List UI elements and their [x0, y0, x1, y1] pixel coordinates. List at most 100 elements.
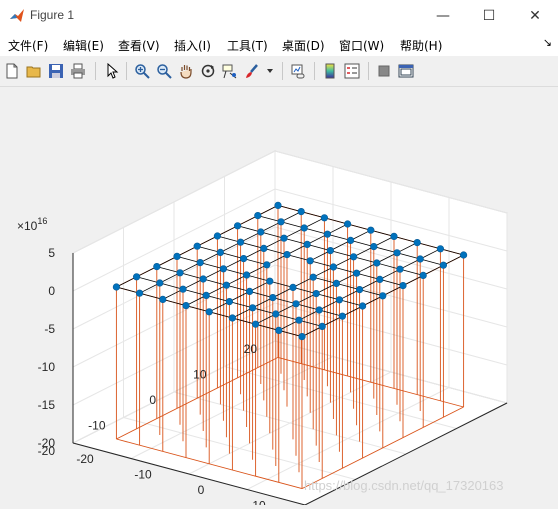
- menu-desktop[interactable]: 桌面(D): [282, 37, 325, 54]
- menu-window[interactable]: 窗口(W): [339, 37, 384, 54]
- data-marker: [266, 277, 274, 285]
- close-button[interactable]: ✕: [512, 0, 558, 32]
- toolbar-separator: [126, 62, 127, 80]
- axes-layer: [71, 150, 509, 506]
- data-marker: [460, 251, 468, 259]
- data-marker: [413, 239, 421, 247]
- data-marker: [323, 230, 332, 238]
- z-tick-label: -15: [38, 398, 56, 412]
- maximize-icon: ☐: [482, 8, 496, 24]
- figure-toolbar: [0, 56, 558, 87]
- open-file-icon[interactable]: [24, 61, 44, 81]
- data-marker: [156, 279, 164, 287]
- menu-insert[interactable]: 插入(I): [174, 37, 211, 54]
- new-figure-icon[interactable]: [2, 61, 22, 81]
- data-marker: [252, 320, 260, 328]
- data-marker: [338, 312, 347, 320]
- brush-dropdown-icon[interactable]: [264, 61, 276, 81]
- toolbar-separator: [314, 62, 315, 80]
- menu-file[interactable]: 文件(F): [8, 37, 48, 54]
- data-marker: [373, 259, 381, 267]
- data-marker: [257, 228, 265, 236]
- data-marker: [243, 271, 251, 279]
- pan-icon[interactable]: [176, 61, 196, 81]
- pointer-icon[interactable]: [102, 61, 122, 81]
- menu-bar: 文件(F) 编辑(E) 查看(V) 插入(I) 工具(T) 桌面(D) 窗口(W…: [0, 32, 558, 56]
- x-tick-label: 0: [198, 483, 205, 497]
- data-marker: [280, 234, 288, 242]
- zoom-out-icon[interactable]: [154, 61, 174, 81]
- zoom-in-icon[interactable]: [132, 61, 152, 81]
- data-marker: [213, 232, 221, 240]
- data-marker: [182, 302, 190, 310]
- minimize-button[interactable]: —: [420, 0, 466, 32]
- menu-help[interactable]: 帮助(H): [400, 37, 442, 54]
- data-marker: [249, 304, 257, 312]
- toolbar-separator: [368, 62, 369, 80]
- data-marker: [283, 251, 291, 259]
- show-plot-tools-icon[interactable]: [396, 61, 416, 81]
- toolbar-separator: [282, 62, 283, 80]
- data-marker: [222, 281, 230, 289]
- data-marker: [318, 322, 326, 331]
- data-marker: [353, 269, 361, 277]
- menu-overflow-icon[interactable]: ↘: [543, 36, 552, 49]
- menu-tools[interactable]: 工具(T): [227, 37, 268, 54]
- data-marker: [269, 294, 277, 302]
- data-marker: [356, 286, 364, 294]
- save-icon[interactable]: [46, 61, 66, 81]
- data-marker: [173, 252, 181, 260]
- data-marker: [254, 212, 262, 220]
- data-marker: [228, 314, 236, 322]
- data-marker: [216, 248, 224, 256]
- minimize-icon: —: [436, 8, 450, 24]
- print-icon[interactable]: [68, 61, 88, 81]
- rotate-3d-icon[interactable]: [198, 61, 218, 81]
- data-marker: [199, 275, 207, 283]
- data-marker: [298, 333, 306, 341]
- data-marker: [234, 222, 242, 230]
- menu-view[interactable]: 查看(V): [118, 37, 160, 54]
- data-marker: [159, 295, 167, 304]
- y-tick-label: 10: [193, 368, 207, 382]
- menu-edit[interactable]: 编辑(E): [63, 37, 104, 54]
- stem3-plot[interactable]: 50-5-10-15-20-20-100102020100-10-20×1016: [0, 87, 558, 509]
- data-marker: [379, 292, 387, 300]
- data-marker: [289, 283, 297, 292]
- link-plot-icon[interactable]: [288, 61, 308, 81]
- data-marker: [272, 310, 280, 318]
- data-marker: [312, 290, 320, 298]
- data-marker: [274, 201, 282, 209]
- z-tick-label: 5: [48, 246, 55, 260]
- data-cursor-icon[interactable]: [220, 61, 240, 81]
- maximize-button[interactable]: ☐: [466, 0, 512, 32]
- data-marker: [193, 242, 201, 250]
- data-marker: [439, 261, 448, 269]
- data-marker: [202, 291, 210, 300]
- figure-canvas[interactable]: 50-5-10-15-20-20-100102020100-10-20×1016: [0, 87, 558, 509]
- legend-icon[interactable]: [342, 61, 362, 81]
- matlab-logo-icon: [9, 8, 25, 24]
- data-marker: [225, 298, 233, 306]
- exponent-power: 16: [37, 216, 47, 226]
- colorbar-icon[interactable]: [320, 61, 340, 81]
- data-marker: [370, 243, 378, 251]
- data-marker: [367, 226, 375, 234]
- toolbar-separator: [95, 62, 96, 80]
- window-title: Figure 1: [30, 8, 75, 22]
- y-tick-label: 20: [244, 342, 258, 356]
- y-tick-label: 0: [149, 393, 156, 407]
- data-marker: [176, 269, 184, 277]
- z-tick-label: -5: [44, 322, 55, 336]
- data-marker: [326, 247, 335, 255]
- hide-plot-tools-icon[interactable]: [374, 61, 394, 81]
- data-marker: [335, 296, 344, 304]
- data-marker: [303, 240, 311, 248]
- data-marker: [416, 255, 424, 263]
- brush-icon[interactable]: [242, 61, 262, 81]
- z-tick-label: 0: [48, 284, 55, 298]
- z-tick-label: -10: [38, 360, 56, 374]
- data-marker: [277, 218, 285, 226]
- data-marker: [136, 289, 144, 297]
- x-tick-label: -10: [134, 468, 152, 482]
